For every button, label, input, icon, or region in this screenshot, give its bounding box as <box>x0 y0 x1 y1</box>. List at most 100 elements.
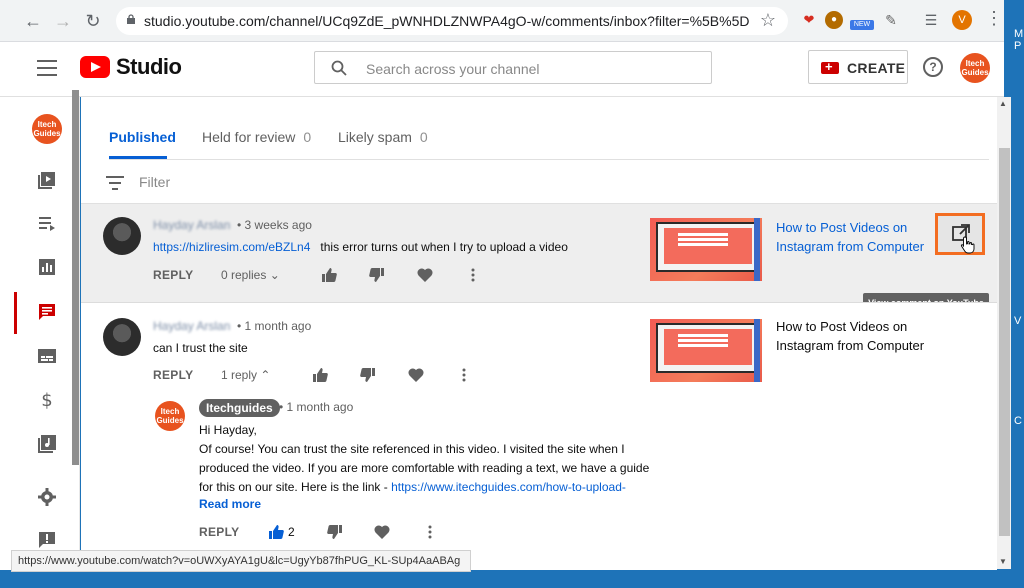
create-video-icon <box>821 59 839 74</box>
more-options-icon[interactable] <box>465 267 481 283</box>
reply-like-count: 2 <box>288 525 295 539</box>
status-bar-url: https://www.youtube.com/watch?v=oUWXyAYA… <box>11 550 471 572</box>
thumbs-up-icon[interactable] <box>312 367 328 383</box>
heart-icon[interactable] <box>374 524 390 540</box>
comment-link[interactable]: https://hizliresim.com/eBZLn4 <box>153 240 310 254</box>
channel-avatar[interactable]: Itech Guides <box>960 53 990 83</box>
replies-toggle[interactable]: 1 reply ⌃ <box>221 368 270 382</box>
reply-button[interactable]: REPLY <box>153 368 193 382</box>
sidebar-audio-library-icon[interactable] <box>37 434 57 454</box>
comment-text: can I trust the site <box>153 341 248 355</box>
extension-pen-icon[interactable]: ✎ <box>882 11 900 29</box>
help-icon[interactable]: ? <box>923 57 943 77</box>
comment-author[interactable]: Hayday Arslan <box>153 218 230 232</box>
sidebar-analytics-icon[interactable] <box>37 257 57 277</box>
open-comment-button[interactable] <box>935 213 985 255</box>
url-text: studio.youtube.com/channel/UCq9ZdE_pWNHD… <box>144 13 750 29</box>
sidebar-playlists-icon[interactable] <box>37 213 57 233</box>
desktop-edge-text: M <box>1014 28 1024 40</box>
thumbs-up-icon[interactable] <box>321 267 337 283</box>
sidebar-subtitles-icon[interactable] <box>37 346 57 366</box>
comment-row: Hayday Arslan • 3 weeks ago https://hizl… <box>81 204 997 302</box>
comment-time: • 1 month ago <box>237 319 312 333</box>
reply-link[interactable]: https://www.itechguides.com/how-to-uploa… <box>391 480 626 494</box>
desktop-edge-text: V <box>1014 315 1022 327</box>
sidebar-scrollbar[interactable] <box>72 90 79 465</box>
sidebar-videos-icon[interactable] <box>37 170 57 190</box>
filter-icon[interactable] <box>106 176 124 190</box>
youtube-logo-icon[interactable] <box>80 56 110 78</box>
scroll-up-arrow-icon[interactable]: ▲ <box>999 99 1007 108</box>
browser-menu-icon[interactable]: ⋮ <box>985 8 1003 29</box>
tab-held-for-review[interactable]: Held for review 0 <box>202 129 311 145</box>
channel-avatar-line2: Guides <box>961 68 989 77</box>
more-options-icon[interactable] <box>422 524 438 540</box>
video-thumbnail[interactable] <box>650 319 762 382</box>
sidebar-channel-avatar[interactable]: Itech Guides <box>32 114 62 144</box>
scroll-down-arrow-icon[interactable]: ▼ <box>999 557 1007 566</box>
svg-text:$: $ <box>41 390 52 410</box>
tab-spam-label: Likely spam <box>338 129 412 145</box>
lock-icon <box>127 14 135 24</box>
extension-new-badge[interactable]: NEW <box>850 20 874 30</box>
video-title-link[interactable]: How to Post Videos on Instagram from Com… <box>776 218 926 256</box>
profile-avatar[interactable]: V <box>952 10 972 30</box>
studio-wordmark[interactable]: Studio <box>116 54 182 80</box>
search-icon <box>331 60 347 76</box>
heart-icon[interactable] <box>408 367 424 383</box>
forward-arrow-icon[interactable]: → <box>50 8 76 34</box>
thumbs-down-icon[interactable] <box>360 367 376 383</box>
thumbs-up-icon[interactable] <box>268 524 284 540</box>
create-button-label: CREATE <box>847 60 906 76</box>
commenter-avatar[interactable] <box>103 217 141 255</box>
reply-author-avatar[interactable]: Itech Guides <box>155 401 185 431</box>
desktop-edge-text: P <box>1014 40 1022 52</box>
bookmark-star-icon[interactable]: ☆ <box>760 10 776 31</box>
tab-published-label: Published <box>109 129 176 145</box>
reply-line: Of course! You can trust the site refere… <box>199 442 625 456</box>
reply-avatar-line1: Itech <box>160 407 180 416</box>
hamburger-menu-icon[interactable] <box>37 60 57 76</box>
tab-likely-spam[interactable]: Likely spam 0 <box>338 129 428 145</box>
reply-button[interactable]: REPLY <box>153 268 193 282</box>
tab-published[interactable]: Published <box>109 129 176 145</box>
studio-header: Studio Search across your channel CREATE… <box>0 42 1004 97</box>
browser-toolbar: ← → ↻ studio.youtube.com/channel/UCq9ZdE… <box>0 0 1004 42</box>
extension-ball-icon[interactable]: ● <box>825 11 843 29</box>
extension-lips-icon[interactable]: ❤ <box>800 11 818 29</box>
replies-count: 1 reply <box>221 368 258 382</box>
reply-line-with-link: for this on our site. Here is the link -… <box>199 478 649 497</box>
sidebar-monetization-icon[interactable]: $ <box>37 390 57 410</box>
sidebar-feedback-icon[interactable] <box>37 530 57 550</box>
replies-count: 0 replies <box>221 268 267 282</box>
sidebar-avatar-line1: Itech <box>37 120 57 129</box>
back-arrow-icon[interactable]: ← <box>20 8 46 34</box>
channel-avatar-line1: Itech <box>965 59 985 68</box>
thumbs-down-icon[interactable] <box>369 267 385 283</box>
reply-line: Hi Hayday, <box>199 423 257 437</box>
read-more-link[interactable]: Read more <box>199 497 261 511</box>
reply-button[interactable]: REPLY <box>199 525 239 539</box>
create-button[interactable]: CREATE <box>808 50 908 84</box>
page-scrollbar-thumb[interactable] <box>999 148 1010 536</box>
reply-time-value: 1 month ago <box>286 400 354 414</box>
media-queue-icon[interactable]: ☰ <box>922 11 940 29</box>
video-title[interactable]: How to Post Videos on Instagram from Com… <box>776 317 926 355</box>
reload-icon[interactable]: ↻ <box>80 8 106 34</box>
more-options-icon[interactable] <box>456 367 472 383</box>
search-box[interactable]: Search across your channel <box>314 51 712 84</box>
filter-input[interactable]: Filter <box>139 174 170 190</box>
replies-toggle[interactable]: 0 replies ⌄ <box>221 268 280 282</box>
commenter-avatar[interactable] <box>103 318 141 356</box>
hand-cursor-icon <box>960 236 975 254</box>
comment-author[interactable]: Hayday Arslan <box>153 319 230 333</box>
thumbs-down-icon[interactable] <box>327 524 343 540</box>
video-thumbnail[interactable] <box>650 218 762 281</box>
reply-author-badge[interactable]: Itechguides <box>199 399 280 417</box>
heart-icon[interactable] <box>417 267 433 283</box>
search-input[interactable]: Search across your channel <box>366 61 540 77</box>
sidebar-comments-icon[interactable] <box>37 302 57 322</box>
address-bar[interactable]: studio.youtube.com/channel/UCq9ZdE_pWNHD… <box>116 7 788 35</box>
sidebar: Itech Guides $ <box>0 97 80 550</box>
sidebar-settings-gear-icon[interactable] <box>37 487 57 507</box>
